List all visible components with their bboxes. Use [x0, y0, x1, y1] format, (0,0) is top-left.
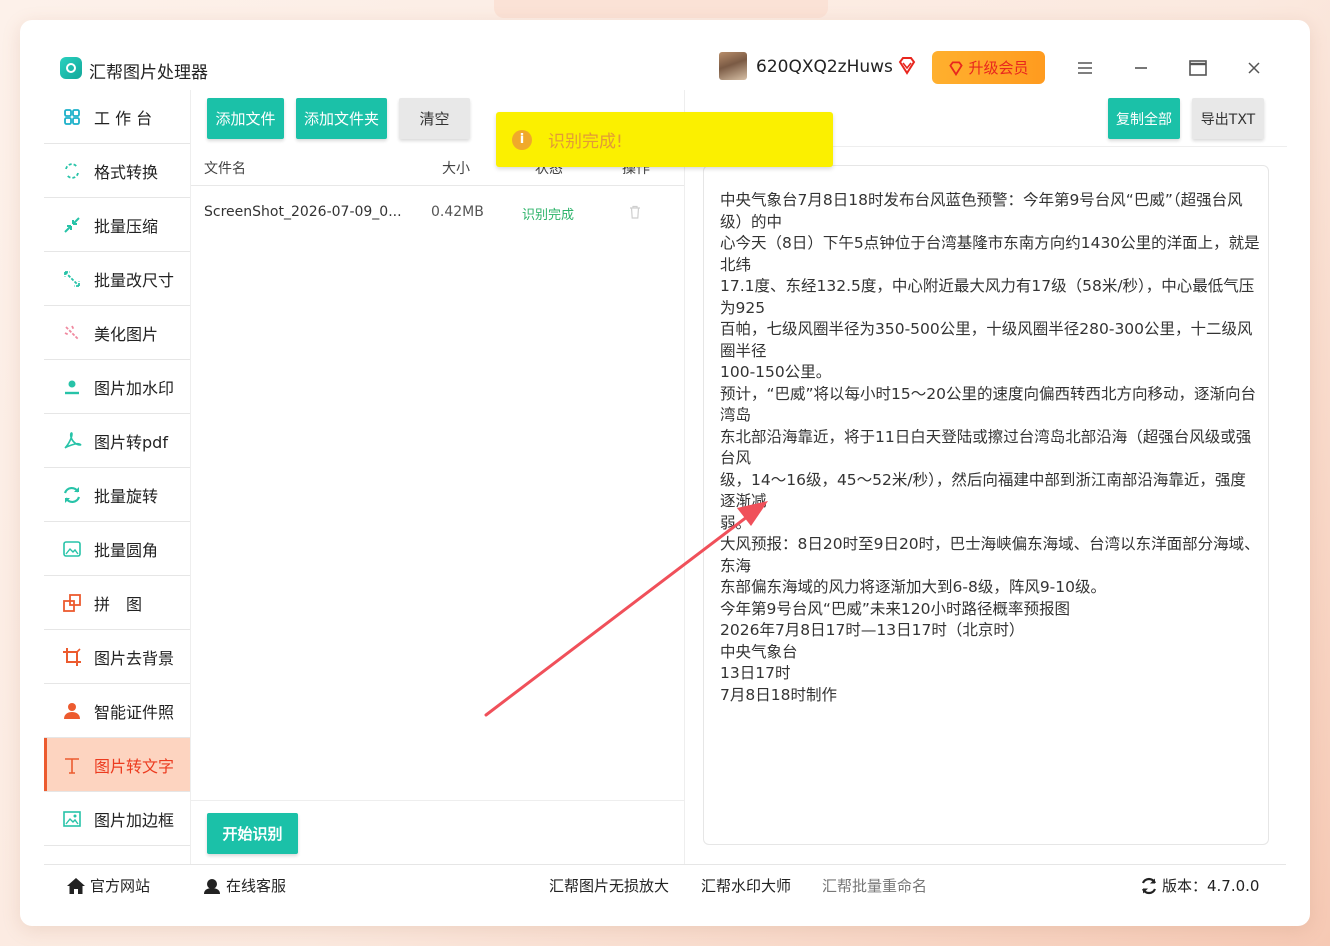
sidebar-item-0[interactable]: 工 作 台: [44, 90, 190, 144]
sidebar-item-label: 批量圆角: [94, 540, 159, 560]
frame-icon: [63, 811, 81, 827]
ocr-result-text[interactable]: 中央气象台7月8日18时发布台风蓝色预警：今年第9号台风“巴威”（超强台风级）的…: [720, 190, 1260, 706]
crop-icon: [63, 648, 81, 666]
title-bar: 汇帮图片处理器 620QXQ2zHuws 升级会员: [20, 20, 1310, 90]
file-panel: 添加文件 添加文件夹 清空 文件名 大小 状态 操作 ScreenShot_20…: [191, 90, 684, 864]
sidebar-item-label: 图片转pdf: [94, 432, 168, 452]
sidebar-item-label: 图片转文字: [94, 756, 175, 776]
home-icon: [67, 877, 85, 894]
sidebar-item-2[interactable]: 批量压缩: [44, 198, 190, 252]
official-website-link[interactable]: 官方网站: [66, 875, 150, 896]
header-size: 大小: [442, 161, 470, 177]
pdf-icon: [64, 432, 82, 449]
version-info[interactable]: 版本：4.7.0.0: [1140, 875, 1259, 896]
sidebar-item-label: 工 作 台: [94, 108, 153, 128]
sidebar-item-8[interactable]: 批量圆角: [44, 522, 190, 576]
person-icon: [64, 703, 80, 719]
user-avatar[interactable]: [719, 52, 747, 80]
sidebar-item-label: 批量旋转: [94, 486, 159, 506]
close-icon[interactable]: [1243, 57, 1265, 79]
add-file-button[interactable]: 添加文件: [207, 98, 284, 139]
sidebar-item-5[interactable]: 图片加水印: [44, 360, 190, 414]
app-title: 汇帮图片处理器: [89, 63, 208, 83]
background-tab: [494, 0, 828, 18]
sidebar-item-label: 拼 图: [94, 594, 143, 614]
footer-link-watermark[interactable]: 汇帮水印大师: [701, 875, 791, 896]
grid-icon: [64, 109, 80, 125]
version-label: 版本：4.7.0.0: [1162, 877, 1260, 895]
footer-link-upscale[interactable]: 汇帮图片无损放大: [549, 875, 669, 896]
online-support-link[interactable]: 在线客服: [202, 875, 286, 896]
sidebar-item-label: 美化图片: [94, 324, 159, 344]
convert-icon: [65, 163, 79, 179]
sidebar-item-11[interactable]: 智能证件照: [44, 684, 190, 738]
round-corner-icon: [63, 541, 81, 557]
text-icon: [65, 758, 79, 774]
sidebar-item-3[interactable]: 批量改尺寸: [44, 252, 190, 306]
website-label: 官方网站: [90, 877, 151, 895]
delete-icon[interactable]: [629, 205, 641, 219]
row-status: 识别完成: [522, 208, 575, 223]
export-txt-button[interactable]: 导出TXT: [1192, 98, 1264, 139]
toast-text: 识别完成!: [548, 132, 623, 152]
resize-icon: [64, 271, 80, 287]
sidebar-item-1[interactable]: 格式转换: [44, 144, 190, 198]
compress-icon: [64, 217, 80, 233]
rotate-icon: [63, 486, 81, 504]
sidebar-item-label: 图片去背景: [94, 648, 175, 668]
upgrade-vip-button[interactable]: 升级会员: [932, 51, 1045, 84]
start-recognition-button[interactable]: 开始识别: [207, 813, 298, 854]
watermark-icon: [65, 380, 79, 395]
beautify-icon: [64, 325, 79, 340]
sidebar: 工 作 台格式转换批量压缩批量改尺寸美化图片图片加水印图片转pdf 批量旋转批量圆…: [44, 90, 191, 864]
ocr-result-box[interactable]: 中央气象台7月8日18时发布台风蓝色预警：今年第9号台风“巴威”（超强台风级）的…: [703, 165, 1269, 845]
file-panel-footer: 开始识别: [191, 800, 684, 865]
row-filename: ScreenShot_2026-07-09_0...: [204, 204, 402, 220]
menu-icon[interactable]: [1074, 57, 1096, 79]
headset-icon: [204, 878, 220, 894]
sidebar-item-13[interactable]: 图片加边框: [44, 792, 190, 846]
app-logo-icon: [60, 57, 82, 79]
sidebar-item-label: 图片加水印: [94, 378, 175, 398]
sidebar-item-label: 批量改尺寸: [94, 270, 175, 290]
vip-diamond-icon: [898, 57, 916, 75]
copy-all-button[interactable]: 复制全部: [1108, 98, 1180, 139]
header-filename: 文件名: [204, 161, 246, 177]
sidebar-item-label: 图片加边框: [94, 810, 175, 830]
row-size: 0.42MB: [431, 204, 484, 220]
add-folder-button[interactable]: 添加文件夹: [296, 98, 387, 139]
toast-notification: i 识别完成!: [496, 112, 833, 167]
sidebar-item-6[interactable]: 图片转pdf: [44, 414, 190, 468]
info-icon: i: [512, 129, 532, 150]
maximize-icon[interactable]: [1187, 57, 1209, 79]
sidebar-item-12[interactable]: 图片转文字: [44, 738, 190, 792]
sidebar-item-7[interactable]: 批量旋转: [44, 468, 190, 522]
upgrade-label: 升级会员: [968, 59, 1029, 77]
table-row[interactable]: ScreenShot_2026-07-09_0... 0.42MB 识别完成: [191, 200, 684, 224]
refresh-icon: [1141, 877, 1157, 894]
support-label: 在线客服: [226, 877, 287, 895]
footer-bar: 官方网站 在线客服 汇帮图片无损放大 汇帮水印大师 汇帮批量重命名 版本：4.7…: [44, 864, 1286, 905]
puzzle-icon: [63, 594, 81, 612]
sidebar-item-label: 格式转换: [94, 162, 159, 182]
footer-link-rename[interactable]: 汇帮批量重命名: [822, 875, 927, 896]
app-window: 汇帮图片处理器 620QXQ2zHuws 升级会员 工 作 台格式转换批量压缩批…: [20, 20, 1310, 926]
sidebar-item-9[interactable]: 拼 图: [44, 576, 190, 630]
diamond-icon: [949, 61, 964, 76]
minimize-icon[interactable]: [1130, 57, 1152, 79]
sidebar-item-10[interactable]: 图片去背景: [44, 630, 190, 684]
result-panel: 复制全部 导出TXT 中央气象台7月8日18时发布台风蓝色预警：今年第9号台风“…: [684, 90, 1287, 864]
clear-button[interactable]: 清空: [399, 98, 470, 139]
sidebar-item-label: 智能证件照: [94, 702, 175, 722]
sidebar-item-4[interactable]: 美化图片: [44, 306, 190, 360]
sidebar-item-label: 批量压缩: [94, 216, 159, 236]
user-name: 620QXQ2zHuws: [756, 57, 893, 77]
